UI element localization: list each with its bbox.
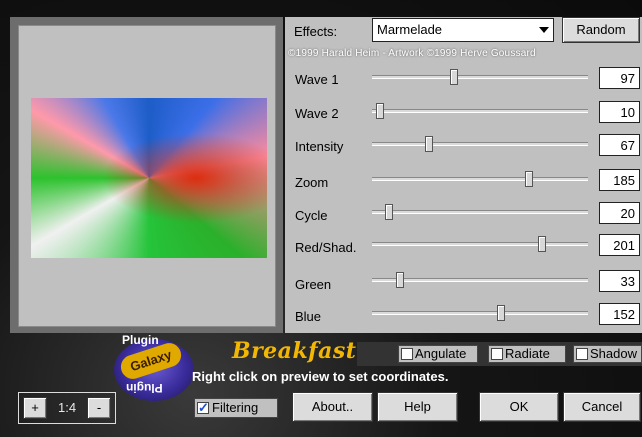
slider-label: Wave 1 bbox=[295, 72, 339, 87]
checkbox-label: Angulate bbox=[415, 346, 467, 361]
zoom-level: 1:4 bbox=[58, 400, 77, 415]
slider-thumb[interactable] bbox=[385, 204, 393, 220]
checkbox-box bbox=[576, 348, 588, 360]
slider-value-input[interactable]: 201 bbox=[599, 234, 640, 256]
angulate-checkbox[interactable]: Angulate bbox=[398, 345, 478, 363]
plugin-galaxy-logo: Plugin Galaxy Plugin bbox=[110, 333, 200, 411]
slider-label: Wave 2 bbox=[295, 106, 339, 121]
filter-name-title: Breakfast bbox=[232, 338, 357, 364]
slider-track[interactable] bbox=[372, 272, 588, 288]
filtering-label: Filtering bbox=[212, 400, 259, 415]
slider-track[interactable] bbox=[372, 305, 588, 321]
hint-text: Right click on preview to set coordinate… bbox=[192, 369, 449, 384]
effects-label: Effects: bbox=[294, 24, 338, 39]
slider-value-input[interactable]: 33 bbox=[599, 270, 640, 292]
shadow-checkbox[interactable]: Shadow bbox=[573, 345, 642, 363]
slider-value-input[interactable]: 152 bbox=[599, 303, 640, 325]
chevron-down-icon bbox=[539, 27, 549, 33]
about-button[interactable]: About.. bbox=[292, 392, 373, 422]
checkbox-label: Radiate bbox=[505, 346, 550, 361]
slider-label: Intensity bbox=[295, 139, 344, 154]
slider-value-input[interactable]: 10 bbox=[599, 101, 640, 123]
checkbox-box bbox=[401, 348, 413, 360]
zoom-in-button[interactable]: + bbox=[23, 397, 47, 419]
slider-thumb[interactable] bbox=[497, 305, 505, 321]
copyright-text: ©1999 Harald Heim - Artwork ©1999 Herve … bbox=[288, 48, 536, 59]
slider-value-input[interactable]: 185 bbox=[599, 169, 640, 191]
slider-thumb[interactable] bbox=[425, 136, 433, 152]
slider-track[interactable] bbox=[372, 236, 588, 252]
logo-text-bottom: Plugin bbox=[126, 381, 163, 395]
random-button[interactable]: Random bbox=[562, 17, 640, 43]
cancel-button[interactable]: Cancel bbox=[563, 392, 641, 422]
slider-label: Green bbox=[295, 277, 332, 292]
slider-value-input[interactable]: 97 bbox=[599, 67, 640, 89]
slider-label: Red/Shad. bbox=[295, 240, 357, 255]
effects-selected-value: Marmelade bbox=[377, 22, 443, 37]
zoom-out-button[interactable]: - bbox=[87, 397, 111, 419]
help-button[interactable]: Help bbox=[377, 392, 458, 422]
slider-track[interactable] bbox=[372, 136, 588, 152]
slider-label: Zoom bbox=[295, 175, 329, 190]
preview-frame bbox=[10, 17, 283, 333]
ok-button[interactable]: OK bbox=[479, 392, 559, 422]
slider-track[interactable] bbox=[372, 204, 588, 220]
checkbox-label: Shadow bbox=[590, 346, 637, 361]
settings-panel bbox=[285, 17, 642, 333]
logo-text-top: Plugin bbox=[122, 333, 159, 347]
checkbox-checked-icon bbox=[197, 399, 209, 417]
filtering-checkbox[interactable]: Filtering bbox=[194, 398, 278, 418]
preview-pane[interactable] bbox=[18, 25, 276, 327]
slider-value-input[interactable]: 67 bbox=[599, 134, 640, 156]
slider-label: Cycle bbox=[295, 208, 328, 223]
slider-thumb[interactable] bbox=[396, 272, 404, 288]
slider-label: Blue bbox=[295, 309, 322, 324]
radiate-checkbox[interactable]: Radiate bbox=[488, 345, 566, 363]
slider-thumb[interactable] bbox=[538, 236, 546, 252]
slider-track[interactable] bbox=[372, 69, 588, 85]
checkbox-box bbox=[491, 348, 503, 360]
slider-thumb[interactable] bbox=[376, 103, 384, 119]
plugin-galaxy-dialog: Effects: Marmelade Random ©1999 Harald H… bbox=[0, 0, 642, 437]
slider-value-input[interactable]: 20 bbox=[599, 202, 640, 224]
slider-thumb[interactable] bbox=[525, 171, 533, 187]
preview-image[interactable] bbox=[31, 98, 267, 258]
slider-thumb[interactable] bbox=[450, 69, 458, 85]
slider-track[interactable] bbox=[372, 103, 588, 119]
slider-track[interactable] bbox=[372, 171, 588, 187]
effects-dropdown[interactable]: Marmelade bbox=[372, 18, 554, 42]
